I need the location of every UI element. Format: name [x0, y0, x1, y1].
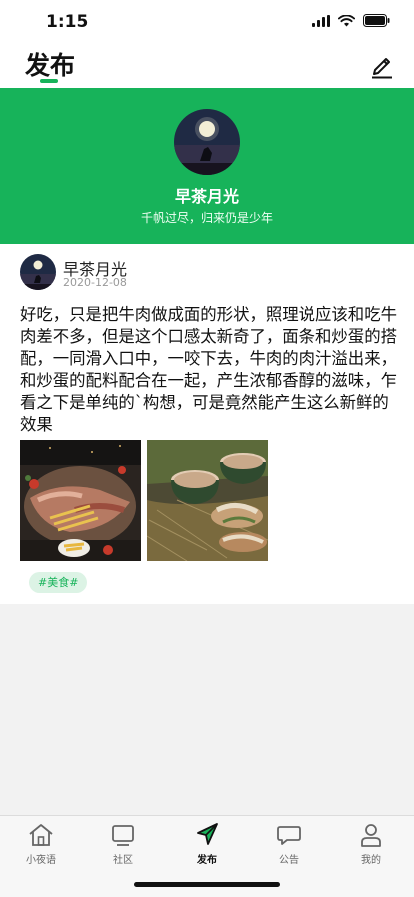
- user-icon: [361, 824, 381, 847]
- edit-icon[interactable]: [370, 53, 394, 79]
- tab-label: 社区: [113, 855, 133, 866]
- post-card[interactable]: 早茶月光 2020-12-08 好吃，只是把牛肉做成面的形状，照理说应该和吃牛肉…: [0, 244, 414, 604]
- tab-xiaoyeyu[interactable]: 小夜语: [0, 822, 82, 866]
- profile-name: 早茶月光: [174, 187, 239, 206]
- title-underline: [40, 79, 58, 83]
- profile-motto: 千帆过尽，归来仍是少年: [140, 211, 273, 225]
- tab-publish[interactable]: 发布: [166, 822, 248, 866]
- battery-icon: [363, 14, 390, 27]
- message-icon: [277, 826, 301, 845]
- tab-label: 发布: [197, 855, 217, 866]
- topic-tag[interactable]: #美食#: [29, 572, 88, 593]
- profile-avatar[interactable]: [174, 109, 240, 175]
- tab-label: 我的: [361, 855, 381, 866]
- post-date: 2020-12-08: [63, 276, 127, 289]
- tab-community[interactable]: 社区: [82, 822, 164, 866]
- profile-banner: 早茶月光 千帆过尽，归来仍是少年: [0, 88, 414, 244]
- post-content: 好吃，只是把牛肉做成面的形状，照理说应该和吃牛肉差不多，但是这个口感太新奇了，面…: [20, 305, 397, 434]
- tab-label: 小夜语: [26, 855, 56, 866]
- status-icons: [312, 14, 390, 27]
- page-title: 发布: [25, 51, 76, 80]
- monitor-icon: [112, 825, 134, 846]
- home-indicator: [134, 882, 280, 887]
- author-avatar[interactable]: [20, 254, 56, 290]
- status-bar: 1:15: [0, 0, 414, 44]
- status-time: 1:15: [46, 12, 89, 32]
- nav-bar: 发布: [0, 44, 414, 88]
- wifi-icon: [338, 14, 355, 26]
- post-photo-food[interactable]: [20, 440, 141, 561]
- tab-mine[interactable]: 我的: [330, 822, 412, 866]
- post-photo-tea[interactable]: [147, 440, 268, 561]
- tab-label: 公告: [279, 855, 299, 866]
- send-icon: [197, 823, 218, 845]
- signal-icon: [312, 14, 330, 27]
- tab-notice[interactable]: 公告: [248, 822, 330, 866]
- home-icon: [29, 824, 53, 846]
